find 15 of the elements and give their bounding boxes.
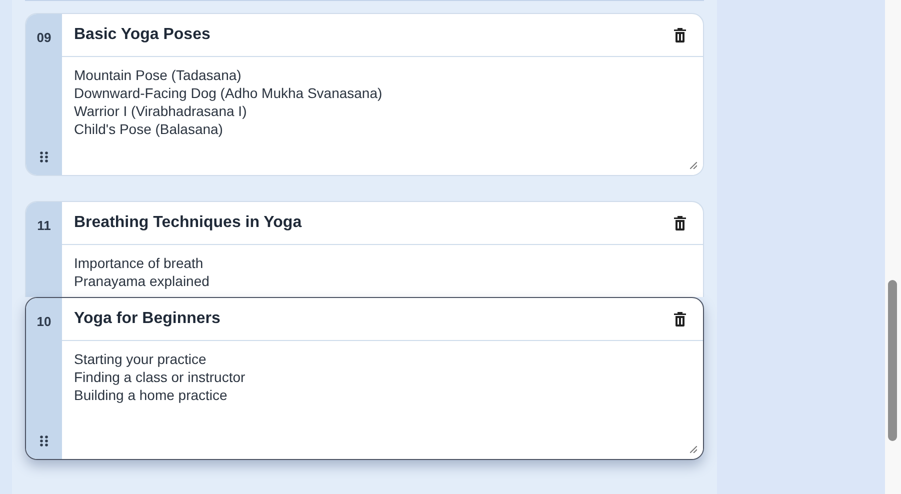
resize-handle-icon[interactable]	[690, 446, 697, 453]
resize-handle-icon[interactable]	[690, 162, 697, 169]
scrollbar-thumb[interactable]	[888, 280, 897, 441]
lesson-title: Basic Yoga Poses	[74, 26, 210, 44]
delete-icon[interactable]	[672, 27, 688, 43]
drag-handle-icon[interactable]	[39, 435, 49, 447]
lesson-number: 09	[36, 30, 52, 45]
delete-icon[interactable]	[672, 215, 688, 231]
drag-handle-icon[interactable]	[39, 151, 49, 163]
lesson-title: Yoga for Beginners	[74, 310, 220, 328]
delete-icon[interactable]	[672, 311, 688, 327]
lesson-title: Breathing Techniques in Yoga	[74, 214, 302, 232]
lesson-number: 10	[36, 314, 52, 329]
lesson-number: 11	[37, 218, 51, 233]
lesson-notes-field[interactable]: Starting your practice Finding a class or instructor Building a home practice	[62, 341, 703, 459]
